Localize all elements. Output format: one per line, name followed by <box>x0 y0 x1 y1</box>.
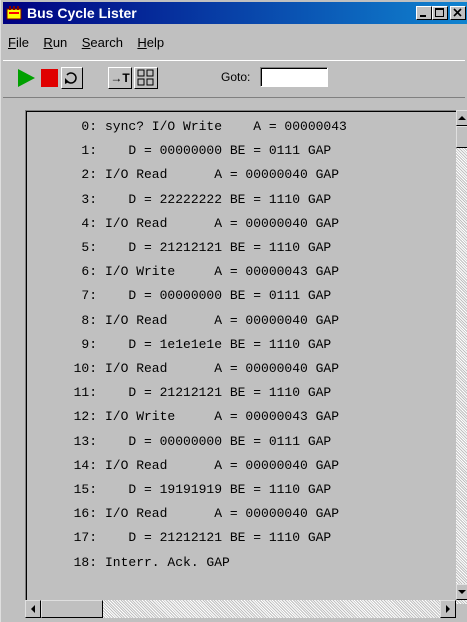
run-button[interactable] <box>15 67 37 89</box>
row-index: 6: <box>81 264 97 280</box>
minimize-icon <box>420 15 426 17</box>
toolbar: →T Goto: <box>3 60 465 98</box>
goto-input[interactable] <box>260 67 328 87</box>
play-icon <box>18 69 35 87</box>
row-index: 0: <box>81 119 97 134</box>
maximize-icon <box>435 8 444 17</box>
arrow-up-icon <box>458 116 466 120</box>
row-text: D = 21212121 BE = 1110 GAP <box>105 530 332 546</box>
list-item[interactable]: 6: I/O Write A = 00000043 GAP <box>26 260 456 284</box>
scroll-down-button[interactable] <box>456 584 467 600</box>
row-text: I/O Write A = 00000043 GAP <box>105 264 340 280</box>
list-item[interactable]: 4: I/O Read A = 00000040 GAP <box>26 212 456 236</box>
window-title: Bus Cycle Lister <box>27 5 137 21</box>
arrow-right-icon <box>446 605 450 613</box>
row-index: 15: <box>73 482 97 497</box>
row-index: 16: <box>73 506 97 522</box>
stop-button[interactable] <box>39 67 61 89</box>
row-index: 17: <box>73 530 97 546</box>
row-index: 10: <box>73 361 97 376</box>
list-item[interactable]: 7: D = 00000000 BE = 0111 GAP <box>26 284 456 308</box>
row-text: D = 19191919 BE = 1110 GAP <box>105 482 332 497</box>
row-index: 7: <box>81 288 97 304</box>
row-index: 14: <box>73 457 97 473</box>
row-index: 1: <box>81 143 97 159</box>
row-text: I/O Read A = 00000040 GAP <box>105 312 340 328</box>
row-text: D = 00000000 BE = 0111 GAP <box>105 288 332 304</box>
list-item[interactable]: 2: I/O Read A = 00000040 GAP <box>26 163 456 187</box>
horizontal-scroll-thumb[interactable] <box>41 600 103 618</box>
vertical-scrollbar[interactable] <box>456 110 467 604</box>
list-item[interactable]: 14: I/O Read A = 00000040 GAP <box>26 454 456 478</box>
hex-button[interactable] <box>134 67 158 89</box>
row-text: I/O Read A = 00000040 GAP <box>105 361 340 376</box>
row-index: 8: <box>81 312 97 328</box>
row-index: 13: <box>73 433 97 449</box>
row-text: D = 00000000 BE = 0111 GAP <box>105 433 332 449</box>
minimize-button[interactable] <box>416 6 432 20</box>
row-text: Interr. Ack. GAP <box>105 554 230 570</box>
arrow-down-icon <box>458 590 466 594</box>
arrow-left-icon <box>31 605 35 613</box>
menu-search[interactable]: Search <box>77 33 128 53</box>
row-text: D = 22222222 BE = 1110 GAP <box>105 191 332 207</box>
list-item[interactable]: 11: D = 21212121 BE = 1110 GAP <box>26 381 456 405</box>
row-text: I/O Read A = 00000040 GAP <box>105 506 340 522</box>
list-item[interactable]: 1: D = 00000000 BE = 0111 GAP <box>26 139 456 163</box>
row-text: I/O Read A = 00000040 GAP <box>105 457 340 473</box>
list-item[interactable]: 13: D = 00000000 BE = 0111 GAP <box>26 430 456 454</box>
row-index: 5: <box>81 240 97 255</box>
step-icon: →T <box>110 71 130 85</box>
goto-label: Goto: <box>221 70 251 84</box>
loop-icon <box>65 72 77 84</box>
stop-icon <box>41 69 58 87</box>
row-index: 2: <box>81 167 97 183</box>
title-bar[interactable]: Bus Cycle Lister <box>3 2 467 24</box>
row-text: D = 21212121 BE = 1110 GAP <box>105 240 332 255</box>
app-icon <box>6 6 22 20</box>
list-item[interactable]: 0: sync? I/O Write A = 00000043 <box>26 115 456 139</box>
menu-run[interactable]: Run <box>38 33 72 53</box>
scrollbar-corner <box>456 604 467 622</box>
row-text: I/O Read A = 00000040 GAP <box>105 215 340 231</box>
list-item[interactable]: 8: I/O Read A = 00000040 GAP <box>26 309 456 333</box>
row-index: 9: <box>81 336 97 352</box>
row-text: sync? I/O Write A = 00000043 <box>105 119 347 134</box>
scroll-left-button[interactable] <box>25 600 41 618</box>
maximize-button[interactable] <box>432 6 448 20</box>
row-index: 11: <box>73 385 97 401</box>
close-button[interactable] <box>450 6 466 20</box>
row-text: I/O Write A = 00000043 GAP <box>105 409 340 425</box>
list-item[interactable]: 12: I/O Write A = 00000043 GAP <box>26 405 456 429</box>
vertical-scroll-thumb[interactable] <box>456 126 467 148</box>
row-index: 12: <box>73 409 97 425</box>
list-item[interactable]: 3: D = 22222222 BE = 1110 GAP <box>26 188 456 212</box>
list-item[interactable]: 15: D = 19191919 BE = 1110 GAP <box>26 478 456 502</box>
step-button[interactable]: →T <box>108 67 132 89</box>
bus-cycle-lister-window: Bus Cycle Lister File Run Search Help →T <box>0 0 467 622</box>
list-item[interactable]: 17: D = 21212121 BE = 1110 GAP <box>26 526 456 550</box>
scroll-up-button[interactable] <box>456 110 467 126</box>
horizontal-scrollbar[interactable] <box>25 600 456 618</box>
list-item[interactable]: 10: I/O Read A = 00000040 GAP <box>26 357 456 381</box>
list-item[interactable]: 18: Interr. Ack. GAP <box>26 551 456 575</box>
close-icon <box>453 8 462 17</box>
list-item[interactable]: 16: I/O Read A = 00000040 GAP <box>26 502 456 526</box>
row-text: I/O Read A = 00000040 GAP <box>105 167 340 183</box>
row-text: D = 21212121 BE = 1110 GAP <box>105 385 332 401</box>
menu-bar: File Run Search Help <box>3 33 169 53</box>
scroll-right-button[interactable] <box>440 600 456 618</box>
row-index: 18: <box>73 554 97 570</box>
list-item[interactable]: 5: D = 21212121 BE = 1110 GAP <box>26 236 456 260</box>
menu-file[interactable]: File <box>3 33 34 53</box>
hex-icon <box>137 69 154 86</box>
list-item[interactable]: 9: D = 1e1e1e1e BE = 1110 GAP <box>26 333 456 357</box>
loop-button[interactable] <box>61 67 83 89</box>
row-text: D = 00000000 BE = 0111 GAP <box>105 143 332 159</box>
bus-cycle-list[interactable]: 0: sync? I/O Write A = 00000043 1: D = 000… <box>25 110 456 604</box>
row-index: 4: <box>81 215 97 231</box>
menu-help[interactable]: Help <box>132 33 169 53</box>
row-text: D = 1e1e1e1e BE = 1110 GAP <box>105 336 332 352</box>
row-index: 3: <box>81 191 97 207</box>
